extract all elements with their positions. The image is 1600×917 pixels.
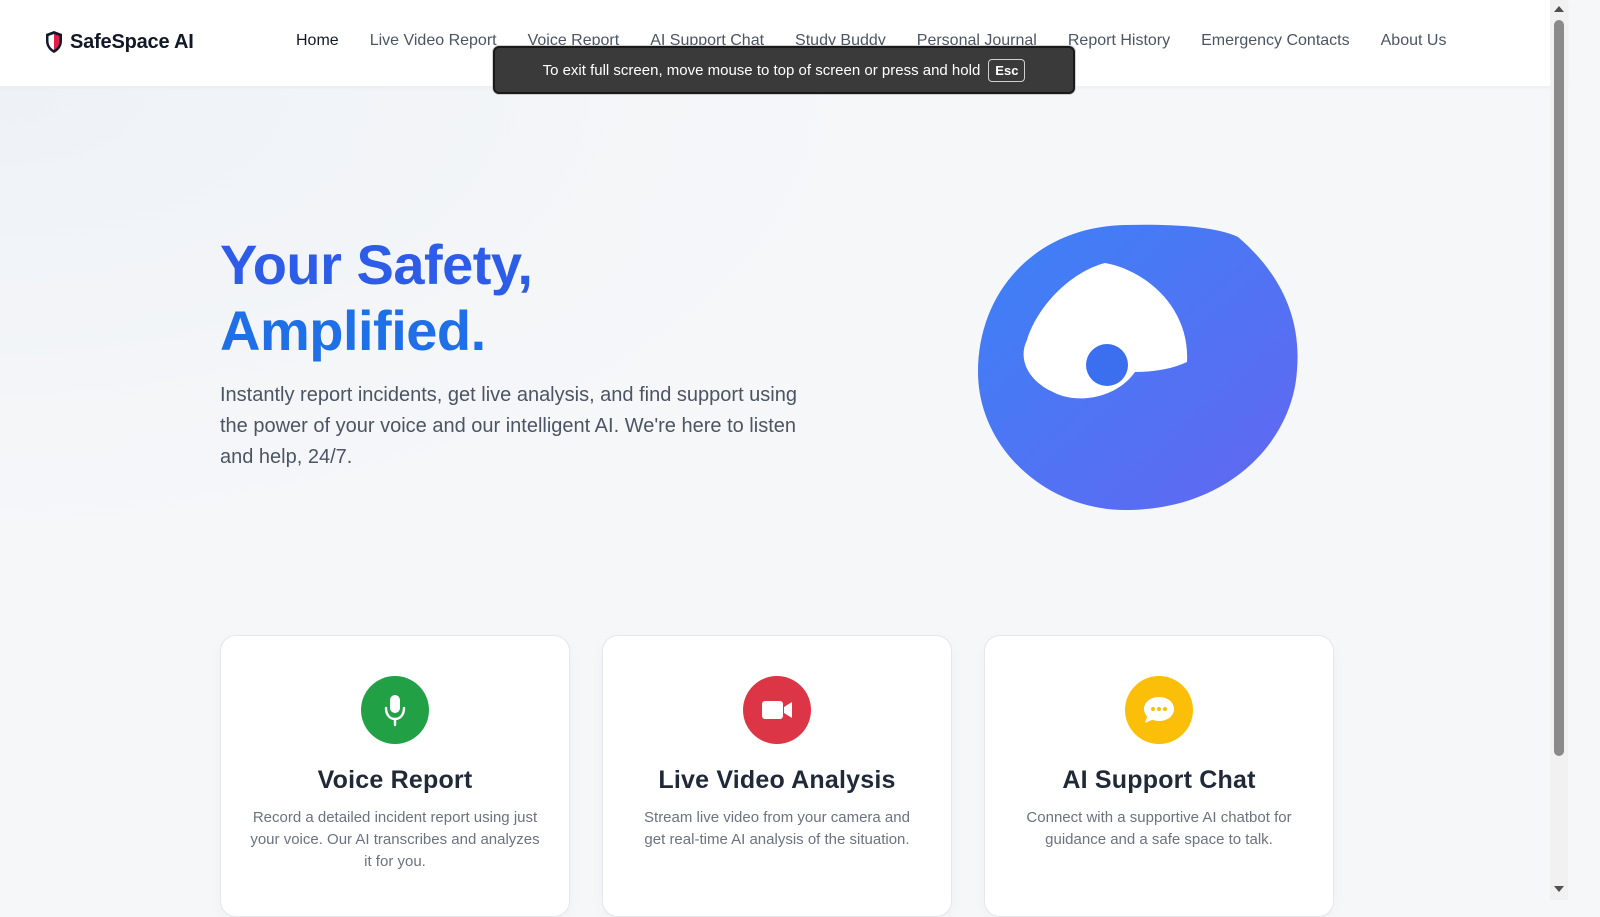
nav-item-report-history[interactable]: Report History: [1068, 32, 1170, 50]
nav-item-home[interactable]: Home: [296, 32, 339, 50]
hero-title-line-1: Your Safety,: [220, 233, 533, 296]
esc-key-badge: Esc: [988, 58, 1026, 82]
hero-subtitle: Instantly report incidents, get live ana…: [220, 384, 797, 468]
scrollbar-thumb[interactable]: [1554, 20, 1564, 756]
feature-title: Live Video Analysis: [658, 766, 896, 794]
feature-card-voice-report[interactable]: Voice Report Record a detailed incident …: [220, 635, 570, 917]
scroll-down-arrow-icon[interactable]: [1554, 886, 1564, 892]
hero-illustration: [978, 224, 1298, 510]
nav-item-live-video-report[interactable]: Live Video Report: [370, 32, 497, 50]
feature-description: Stream live video from your camera and g…: [644, 809, 910, 848]
brand-name: SafeSpace AI: [70, 30, 194, 53]
hero-title: Your Safety, Amplified.: [220, 232, 533, 364]
feature-title: Voice Report: [317, 766, 473, 794]
feature-description: Record a detailed incident report using …: [250, 809, 540, 870]
feature-description: Connect with a supportive AI chatbot for…: [1026, 809, 1292, 848]
nav-item-emergency-contacts[interactable]: Emergency Contacts: [1201, 32, 1350, 50]
video-camera-icon: [743, 676, 811, 744]
fullscreen-notice-text: To exit full screen, move mouse to top o…: [542, 61, 981, 79]
fullscreen-exit-notice: To exit full screen, move mouse to top o…: [493, 46, 1075, 94]
chat-bubble-icon: [1125, 676, 1193, 744]
hero-title-line-2: Amplified.: [220, 299, 486, 362]
nav-item-about-us[interactable]: About Us: [1381, 32, 1447, 50]
feature-card-ai-support-chat[interactable]: AI Support Chat Connect with a supportiv…: [984, 635, 1334, 917]
feature-card-live-video-analysis[interactable]: Live Video Analysis Stream live video fr…: [602, 635, 952, 917]
brand-logo[interactable]: SafeSpace AI: [44, 30, 194, 54]
scroll-up-arrow-icon[interactable]: [1554, 6, 1564, 12]
microphone-icon: [361, 676, 429, 744]
feature-title: AI Support Chat: [1062, 766, 1256, 794]
shield-icon: [46, 31, 62, 53]
hero-eye-pupil: [1086, 344, 1128, 386]
vertical-scrollbar[interactable]: [1550, 0, 1568, 900]
